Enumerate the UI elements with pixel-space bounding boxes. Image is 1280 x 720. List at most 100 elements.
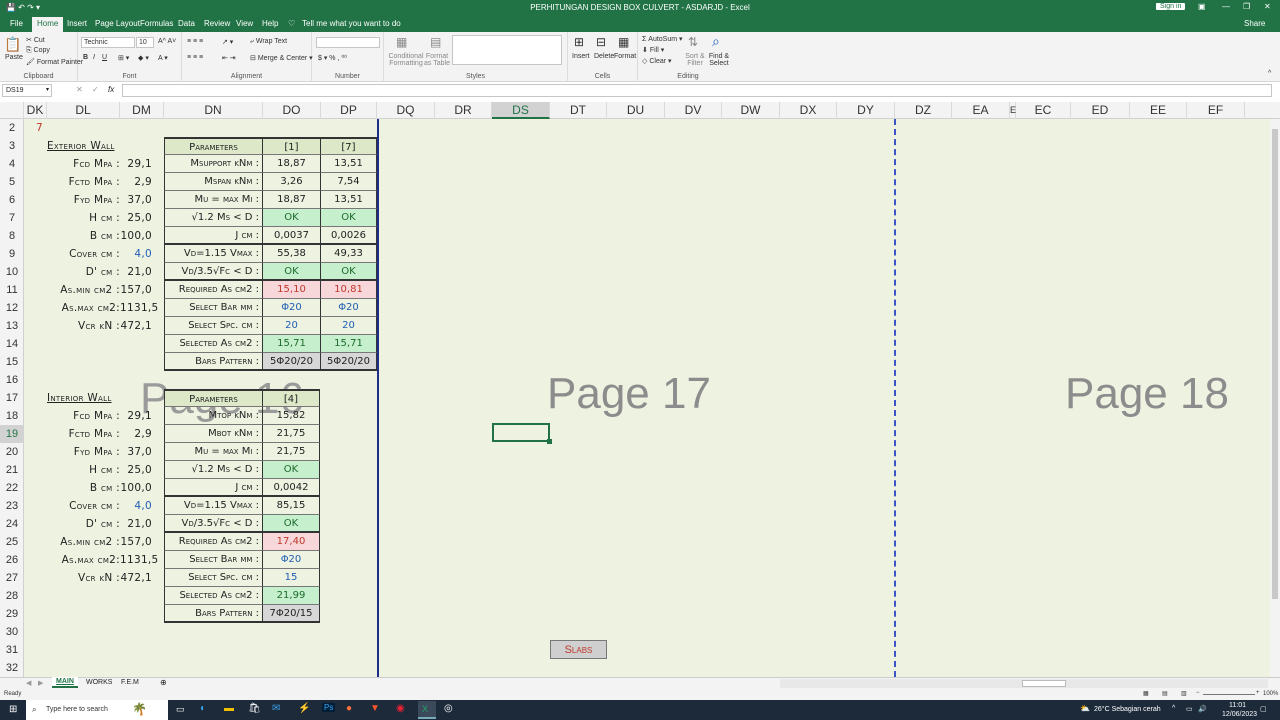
param-value[interactable]: 472,1 — [120, 569, 152, 587]
column-header[interactable]: DO — [263, 102, 321, 119]
param-value[interactable]: 29,1 — [120, 155, 152, 173]
param-result[interactable]: Φ20 — [263, 551, 320, 569]
param-result[interactable]: Φ20 — [321, 299, 377, 317]
row-header[interactable]: 27 — [0, 569, 24, 587]
param-result[interactable]: 17,40 — [263, 533, 320, 551]
param-result[interactable]: 7,54 — [321, 173, 377, 191]
minimize-icon[interactable]: — — [1222, 2, 1230, 11]
sheet-tab-main[interactable]: MAIN — [52, 677, 78, 688]
task-view-icon[interactable]: ▭ — [176, 704, 185, 715]
align-top-icon[interactable]: ≡ ≡ ≡ — [187, 38, 203, 45]
tab-data[interactable]: Data — [178, 19, 195, 28]
param-result[interactable]: 20 — [263, 317, 321, 335]
zoom-level[interactable]: 100% — [1263, 691, 1278, 697]
row-header[interactable]: 24 — [0, 515, 24, 533]
column-header[interactable]: DX — [780, 102, 837, 119]
wrap-text-button[interactable]: ⤶ Wrap Text — [250, 38, 287, 46]
column-header[interactable]: DT — [550, 102, 607, 119]
row-header[interactable]: 15 — [0, 353, 24, 371]
param-result[interactable]: 15 — [263, 569, 320, 587]
param-result[interactable]: 7Φ20/15 — [263, 605, 320, 623]
param-result[interactable]: 55,38 — [263, 245, 321, 263]
param-result[interactable]: 20 — [321, 317, 377, 335]
notifications-icon[interactable]: ▢ — [1260, 705, 1267, 713]
row-header[interactable]: 4 — [0, 155, 24, 173]
param-value[interactable]: 1131,5 — [120, 551, 158, 569]
format-painter-button[interactable]: 🖌 Format Painter — [26, 58, 83, 66]
cut-button[interactable]: ✂ Cut — [26, 36, 45, 44]
tab-help[interactable]: Help — [262, 19, 278, 28]
param-result[interactable]: OK — [263, 263, 321, 281]
row-header[interactable]: 20 — [0, 443, 24, 461]
tab-file[interactable]: File — [10, 19, 23, 28]
column-header[interactable]: DN — [164, 102, 263, 119]
format-icon[interactable]: ▦ — [618, 35, 629, 49]
row-header[interactable]: 9 — [0, 245, 24, 263]
column-header[interactable]: DL — [47, 102, 120, 119]
chrome-icon[interactable]: ◎ — [444, 703, 453, 714]
find-select-icon[interactable]: ⌕ — [712, 33, 720, 50]
param-result[interactable]: 5Φ20/20 — [263, 353, 321, 371]
tray-chevron-icon[interactable]: ^ — [1172, 705, 1175, 712]
column-header-selected[interactable]: DS — [492, 102, 550, 119]
clock-date[interactable]: 12/06/2023 — [1222, 711, 1257, 718]
param-value[interactable]: 4,0 — [120, 245, 152, 263]
file-explorer-icon[interactable]: ▬ — [224, 703, 234, 714]
excel-taskbar-icon[interactable]: X — [418, 701, 436, 719]
param-result[interactable]: 21,99 — [263, 587, 320, 605]
row-header[interactable]: 11 — [0, 281, 24, 299]
name-box[interactable]: DS19 — [2, 84, 52, 97]
photoshop-icon[interactable]: Ps — [322, 703, 336, 712]
param-value[interactable]: 100,0 — [120, 227, 152, 245]
row-header[interactable]: 22 — [0, 479, 24, 497]
sort-filter-icon[interactable]: ⇅ — [688, 35, 698, 49]
param-result[interactable]: OK — [263, 515, 320, 533]
currency-icon[interactable]: $ ▾ % , ⁰⁰ — [318, 54, 347, 62]
param-result[interactable]: Φ20 — [263, 299, 321, 317]
network-icon[interactable]: ▭ — [1186, 705, 1193, 713]
param-result[interactable]: 18,87 — [263, 191, 321, 209]
fill-button[interactable]: ⬇ Fill ▾ — [642, 46, 664, 54]
param-result[interactable]: OK — [263, 209, 321, 227]
mail-icon[interactable]: ✉ — [272, 703, 280, 714]
restore-icon[interactable]: ❐ — [1243, 2, 1250, 11]
horizontal-scrollbar[interactable] — [780, 679, 1268, 688]
tab-view[interactable]: View — [236, 19, 253, 28]
page-break-view-icon[interactable]: ▥ — [1181, 690, 1187, 697]
brave-icon[interactable]: ▼ — [370, 703, 380, 714]
row-header[interactable]: 29 — [0, 605, 24, 623]
tell-me-search[interactable]: Tell me what you want to do — [302, 19, 401, 28]
signin-button[interactable]: Sign in — [1156, 3, 1186, 10]
param-result[interactable]: 0,0026 — [321, 227, 377, 245]
delete-icon[interactable]: ⊟ — [596, 35, 606, 49]
vertical-scroll-thumb[interactable] — [1272, 129, 1278, 599]
add-sheet-icon[interactable]: ⊕ — [160, 678, 167, 687]
tab-insert[interactable]: Insert — [67, 19, 87, 28]
row-header[interactable]: 6 — [0, 191, 24, 209]
insert-button[interactable]: Insert — [572, 53, 590, 60]
font-size-select[interactable]: 10 — [136, 37, 154, 48]
paste-icon[interactable]: 📋 — [4, 36, 21, 53]
column-header[interactable]: ED — [1071, 102, 1130, 119]
column-header[interactable]: DM — [120, 102, 164, 119]
weather-text[interactable]: 26°C Sebagian cerah — [1094, 706, 1161, 713]
ribbon-display-icon[interactable]: ▣ — [1198, 2, 1206, 11]
row-header[interactable]: 7 — [0, 209, 24, 227]
column-header[interactable]: DY — [837, 102, 895, 119]
param-result[interactable]: 21,75 — [263, 425, 320, 443]
row-header[interactable]: 12 — [0, 299, 24, 317]
column-header[interactable]: DP — [321, 102, 377, 119]
enter-icon[interactable]: ✓ — [92, 85, 99, 94]
vivaldi-icon[interactable]: ◉ — [396, 703, 405, 714]
param-value[interactable]: 2,9 — [120, 425, 152, 443]
clock-time[interactable]: 11:01 — [1229, 702, 1246, 709]
column-header[interactable]: EC — [1016, 102, 1071, 119]
column-header[interactable]: DR — [435, 102, 492, 119]
param-result[interactable]: 85,15 — [263, 497, 320, 515]
cell-styles-gallery[interactable] — [452, 35, 562, 65]
param-result[interactable]: 0,0037 — [263, 227, 321, 245]
borders-icon[interactable]: ⊞ ▾ — [118, 54, 129, 62]
row-header[interactable]: 16 — [0, 371, 24, 389]
param-result[interactable]: 49,33 — [321, 245, 377, 263]
indent-icon[interactable]: ⇤ ⇥ — [222, 54, 236, 62]
